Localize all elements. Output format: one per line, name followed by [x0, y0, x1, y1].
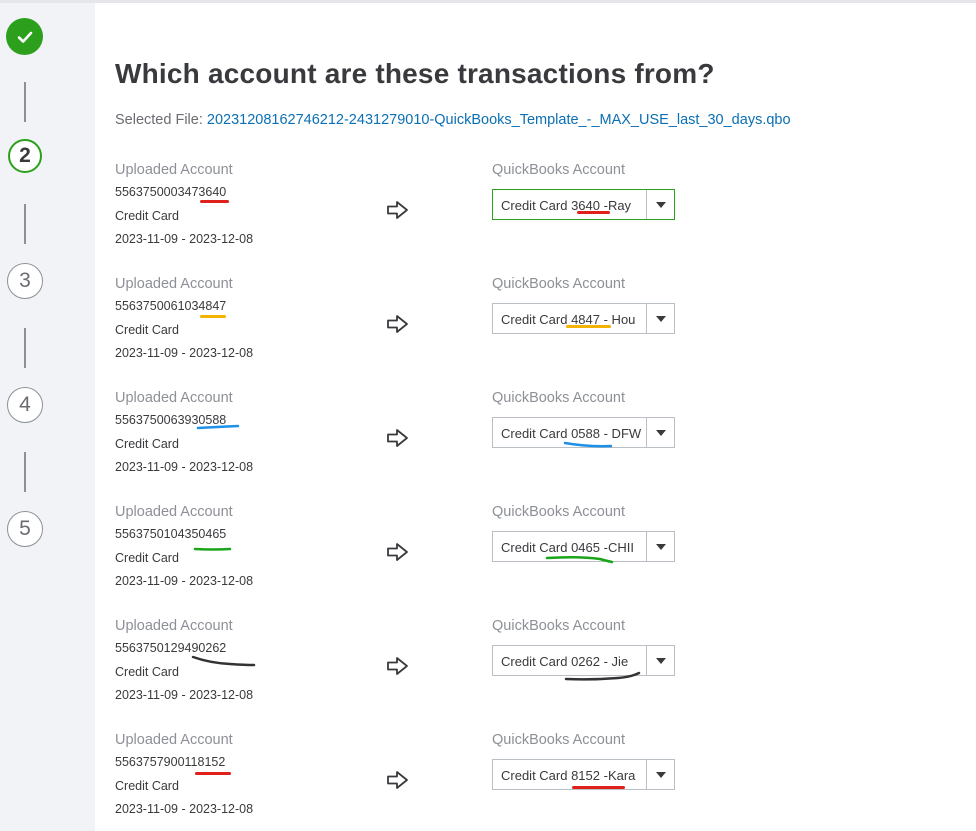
selected-file-line: Selected File: 20231208162746212-2431279…: [115, 112, 791, 128]
page-title: Which account are these transactions fro…: [115, 58, 715, 89]
account-mapping-row: Uploaded Account 5563750061034847 Credit…: [0, 274, 976, 374]
selected-file-label: Selected File:: [115, 112, 203, 128]
annotation-underline: [566, 325, 611, 328]
quickbooks-account-label: QuickBooks Account: [492, 162, 625, 178]
uploaded-account-number: 5563750104350465: [115, 527, 227, 541]
uploaded-account-label: Uploaded Account: [115, 162, 233, 178]
uploaded-account-type: Credit Card: [115, 779, 179, 793]
annotation-underline: [200, 315, 226, 318]
step-1-complete[interactable]: [6, 18, 43, 55]
quickbooks-account-label: QuickBooks Account: [492, 618, 625, 634]
uploaded-account-number: 5563750003473640: [115, 185, 227, 199]
uploaded-account-number: 5563757900118152: [115, 755, 226, 769]
annotation-underline: [196, 424, 240, 430]
select-divider: [646, 760, 647, 789]
uploaded-account-type: Credit Card: [115, 209, 179, 223]
caret-down-icon[interactable]: [656, 658, 666, 664]
select-divider: [646, 532, 647, 561]
account-mapping-row: Uploaded Account 5563750129490262 Credit…: [0, 616, 976, 716]
select-divider: [646, 418, 647, 447]
annotation-underline: [195, 772, 231, 775]
quickbooks-account-select[interactable]: Credit Card 3640 -Ray: [492, 189, 675, 220]
annotation-underline: [200, 200, 229, 203]
quickbooks-account-select[interactable]: Credit Card 4847 - Hou: [492, 303, 675, 334]
uploaded-account-date-range: 2023-11-09 - 2023-12-08: [115, 688, 254, 702]
select-divider: [646, 646, 647, 675]
step-connector: [24, 82, 26, 122]
account-mapping-row: Uploaded Account 5563750003473640 Credit…: [0, 160, 976, 260]
uploaded-account-date-range: 2023-11-09 - 2023-12-08: [115, 346, 254, 360]
quickbooks-account-label: QuickBooks Account: [492, 732, 625, 748]
annotation-underline: [577, 211, 610, 214]
quickbooks-account-value: Credit Card 0262 - Jie: [501, 654, 629, 669]
annotation-underline: [193, 547, 232, 551]
uploaded-account-type: Credit Card: [115, 665, 179, 679]
annotation-underline: [572, 786, 625, 789]
uploaded-account-date-range: 2023-11-09 - 2023-12-08: [115, 574, 254, 588]
quickbooks-account-value: Credit Card 3640 -Ray: [501, 198, 632, 213]
annotation-underline: [191, 655, 256, 667]
top-border: [0, 0, 976, 3]
right-arrow-icon: [387, 429, 408, 447]
selected-file-link[interactable]: 20231208162746212-2431279010-QuickBooks_…: [207, 112, 791, 128]
select-divider: [646, 304, 647, 333]
uploaded-account-label: Uploaded Account: [115, 732, 233, 748]
uploaded-account-label: Uploaded Account: [115, 504, 233, 520]
quickbooks-account-value: Credit Card 0588 - DFW: [501, 426, 641, 441]
uploaded-account-label: Uploaded Account: [115, 618, 233, 634]
uploaded-account-type: Credit Card: [115, 323, 179, 337]
uploaded-account-type: Credit Card: [115, 437, 179, 451]
uploaded-account-date-range: 2023-11-09 - 2023-12-08: [115, 802, 254, 816]
caret-down-icon[interactable]: [656, 202, 666, 208]
uploaded-account-date-range: 2023-11-09 - 2023-12-08: [115, 232, 254, 246]
quickbooks-account-label: QuickBooks Account: [492, 276, 625, 292]
right-arrow-icon: [387, 543, 408, 561]
account-mapping-row: Uploaded Account 5563750104350465 Credit…: [0, 502, 976, 602]
uploaded-account-number: 5563750061034847: [115, 299, 227, 313]
caret-down-icon[interactable]: [656, 772, 666, 778]
uploaded-account-label: Uploaded Account: [115, 276, 233, 292]
account-mapping-row: Uploaded Account 5563757900118152 Credit…: [0, 730, 976, 830]
annotation-underline: [545, 555, 614, 564]
account-mapping-row: Uploaded Account 5563750063930588 Credit…: [0, 388, 976, 488]
quickbooks-account-label: QuickBooks Account: [492, 390, 625, 406]
caret-down-icon[interactable]: [656, 430, 666, 436]
right-arrow-icon: [387, 657, 408, 675]
uploaded-account-date-range: 2023-11-09 - 2023-12-08: [115, 460, 254, 474]
caret-down-icon[interactable]: [656, 316, 666, 322]
quickbooks-account-value: Credit Card 8152 -Kara: [501, 768, 636, 783]
quickbooks-account-label: QuickBooks Account: [492, 504, 625, 520]
checkmark-icon: [17, 31, 32, 43]
uploaded-account-type: Credit Card: [115, 551, 179, 565]
uploaded-account-number: 5563750129490262: [115, 641, 227, 655]
select-divider: [646, 190, 647, 219]
right-arrow-icon: [387, 201, 408, 219]
right-arrow-icon: [387, 771, 408, 789]
uploaded-account-label: Uploaded Account: [115, 390, 233, 406]
right-arrow-icon: [387, 315, 408, 333]
quickbooks-account-value: Credit Card 0465 -CHII: [501, 540, 634, 555]
annotation-underline: [563, 441, 613, 448]
annotation-underline: [564, 671, 641, 681]
caret-down-icon[interactable]: [656, 544, 666, 550]
